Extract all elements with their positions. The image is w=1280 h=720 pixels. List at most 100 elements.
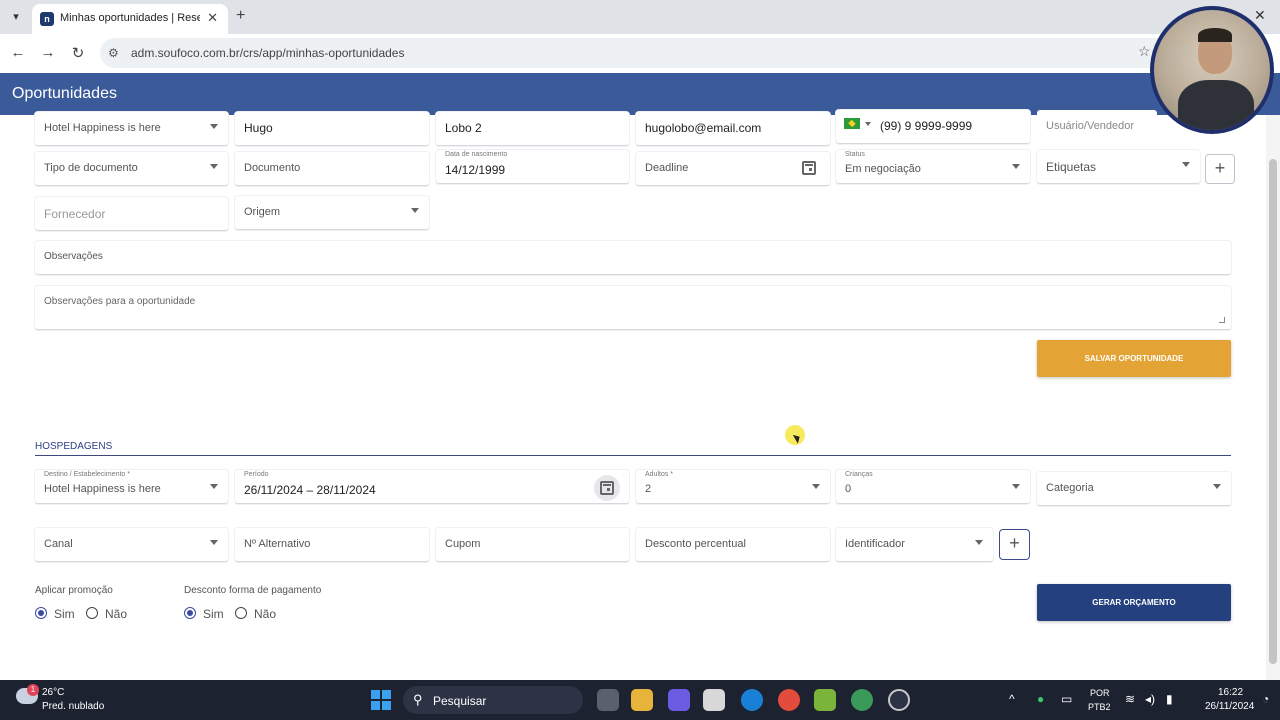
alt-number-placeholder: Nº Alternativo xyxy=(244,538,311,550)
chrome-profile-icon[interactable] xyxy=(851,689,873,711)
chevron-down-icon xyxy=(1012,484,1020,489)
first-name-field[interactable]: Hugo xyxy=(235,112,429,146)
email-value: hugolobo@email.com xyxy=(645,121,762,135)
brazil-flag-icon[interactable] xyxy=(844,118,860,129)
battery-icon[interactable]: ▮ xyxy=(1166,692,1173,706)
phone-field[interactable]: (99) 9 9999-9999 xyxy=(836,110,1030,144)
add-identifier-button[interactable]: + xyxy=(999,529,1030,560)
language-code[interactable]: POR xyxy=(1090,688,1110,698)
scrollbar-thumb[interactable] xyxy=(1269,159,1277,664)
taskbar-search[interactable]: ⚲ Pesquisar xyxy=(403,686,583,714)
chevron-down-icon xyxy=(411,208,419,213)
supplier-field[interactable]: Fornecedor xyxy=(35,197,228,231)
hotel-select[interactable]: Hotel Happiness is here xyxy=(35,112,228,146)
adults-select[interactable]: Adultos * 2 xyxy=(636,470,830,504)
payment-discount-no-text: Não xyxy=(254,607,277,621)
wifi-icon[interactable]: ≋ xyxy=(1125,692,1135,706)
observations-field[interactable]: Observações xyxy=(35,241,1231,275)
apply-promo-no-radio[interactable] xyxy=(86,607,98,619)
bookmark-star-icon[interactable]: ☆ xyxy=(1138,43,1151,60)
tab-close-icon[interactable]: ✕ xyxy=(207,10,218,26)
calendar-icon xyxy=(600,481,614,495)
store-icon[interactable] xyxy=(814,689,836,711)
deadline-placeholder: Deadline xyxy=(645,162,689,174)
new-tab-plus-icon[interactable]: + xyxy=(236,7,245,25)
resize-handle-icon[interactable] xyxy=(1219,317,1225,323)
category-select[interactable]: Categoria xyxy=(1037,472,1231,506)
percent-discount-field[interactable]: Desconto percentual xyxy=(636,528,830,562)
reload-icon[interactable]: ↻ xyxy=(69,44,87,62)
edge-browser-icon[interactable] xyxy=(741,689,763,711)
volume-icon[interactable]: ◂) xyxy=(1145,692,1155,706)
weather-description[interactable]: Pred. nublado xyxy=(42,701,104,712)
children-select[interactable]: Crianças 0 xyxy=(836,470,1030,504)
apply-promo-label: Aplicar promoção xyxy=(35,585,113,596)
weather-temperature[interactable]: 26°C xyxy=(42,687,64,698)
document-field[interactable]: Documento xyxy=(235,152,429,186)
destination-value: Hotel Happiness is here xyxy=(44,483,161,495)
page-title: Oportunidades xyxy=(12,85,117,102)
keyboard-layout[interactable]: PTB2 xyxy=(1088,702,1111,712)
windows-start-icon[interactable] xyxy=(371,690,391,710)
clock-time[interactable]: 16:22 xyxy=(1218,687,1243,698)
destination-select[interactable]: Destino / Estabelecimento * Hotel Happin… xyxy=(35,470,228,504)
tab-list-chevron-icon[interactable]: ▾ xyxy=(6,7,26,27)
microphone-icon[interactable]: ● xyxy=(1037,692,1044,706)
clock-date[interactable]: 26/11/2024 xyxy=(1205,701,1254,712)
supplier-placeholder: Fornecedor xyxy=(44,207,106,221)
recording-app-icon[interactable] xyxy=(888,689,910,711)
coupon-field[interactable]: Cupom xyxy=(436,528,629,562)
notifications-bell-icon[interactable]: ◔ xyxy=(1262,692,1269,706)
phone-value: (99) 9 9999-9999 xyxy=(880,119,973,133)
email-field[interactable]: hugolobo@email.com xyxy=(636,112,830,146)
tray-device-icon[interactable]: ▭ xyxy=(1061,692,1072,706)
chevron-down-icon xyxy=(1012,164,1020,169)
save-opportunity-button[interactable]: SALVAR OPORTUNIDADE xyxy=(1037,340,1231,377)
page-scrollbar[interactable] xyxy=(1266,115,1280,680)
generate-quote-button[interactable]: GERAR ORÇAMENTO xyxy=(1037,584,1231,621)
chevron-down-icon xyxy=(1182,162,1190,167)
opportunity-notes-textarea[interactable]: Observações para a oportunidade xyxy=(35,286,1231,330)
alt-number-field[interactable]: Nº Alternativo xyxy=(235,528,429,562)
apply-promo-yes-radio[interactable] xyxy=(35,607,47,619)
last-name-field[interactable]: Lobo 2 xyxy=(436,112,629,146)
chevron-down-icon xyxy=(210,484,218,489)
payment-discount-label: Desconto forma de pagamento xyxy=(184,585,322,596)
tray-chevron-up-icon[interactable]: ^ xyxy=(1009,692,1015,706)
hotel-select-value: Hotel Happiness is here xyxy=(44,122,161,134)
channel-select[interactable]: Canal xyxy=(35,528,228,562)
tags-select[interactable]: Etiquetas xyxy=(1037,150,1200,184)
document-type-select[interactable]: Tipo de documento xyxy=(35,152,228,186)
birth-date-field[interactable]: Data de nascimento 14/12/1999 xyxy=(436,150,629,184)
forward-arrow-icon[interactable]: → xyxy=(39,44,57,61)
chevron-down-icon xyxy=(210,164,218,169)
task-view-icon[interactable] xyxy=(597,689,619,711)
status-select[interactable]: Status Em negociação xyxy=(836,150,1030,184)
chrome-icon[interactable] xyxy=(778,689,800,711)
snipping-tool-icon[interactable] xyxy=(703,689,725,711)
copilot-icon[interactable] xyxy=(668,689,690,711)
browser-tab[interactable]: n Minhas oportunidades | Reserva ✕ xyxy=(32,4,228,34)
period-field[interactable]: Período 26/11/2024 – 28/11/2024 xyxy=(235,470,629,504)
section-divider xyxy=(35,455,1231,456)
user-seller-select[interactable]: Usuário/Vendedor xyxy=(1037,110,1157,144)
period-calendar-button[interactable] xyxy=(594,475,620,501)
add-tag-button[interactable]: + xyxy=(1205,154,1235,184)
destination-label: Destino / Estabelecimento * xyxy=(44,471,130,478)
payment-discount-no-radio[interactable] xyxy=(235,607,247,619)
payment-discount-yes-radio[interactable] xyxy=(184,607,196,619)
presenter-hair xyxy=(1198,28,1232,42)
file-explorer-icon[interactable] xyxy=(631,689,653,711)
origin-select[interactable]: Origem xyxy=(235,196,429,230)
site-settings-icon[interactable]: ⚙ xyxy=(108,46,119,60)
calendar-icon[interactable] xyxy=(802,161,816,175)
period-label: Período xyxy=(244,471,269,478)
window-close-icon[interactable]: ✕ xyxy=(1254,7,1266,24)
back-arrow-icon[interactable]: ← xyxy=(9,44,27,61)
identifier-select[interactable]: Identificador xyxy=(836,528,993,562)
chevron-down-icon xyxy=(975,540,983,545)
url-field[interactable]: ⚙ adm.soufoco.com.br/crs/app/minhas-opor… xyxy=(100,38,1170,68)
status-value: Em negociação xyxy=(845,163,921,175)
plus-icon: + xyxy=(1214,158,1226,178)
deadline-field[interactable]: Deadline xyxy=(636,152,830,186)
